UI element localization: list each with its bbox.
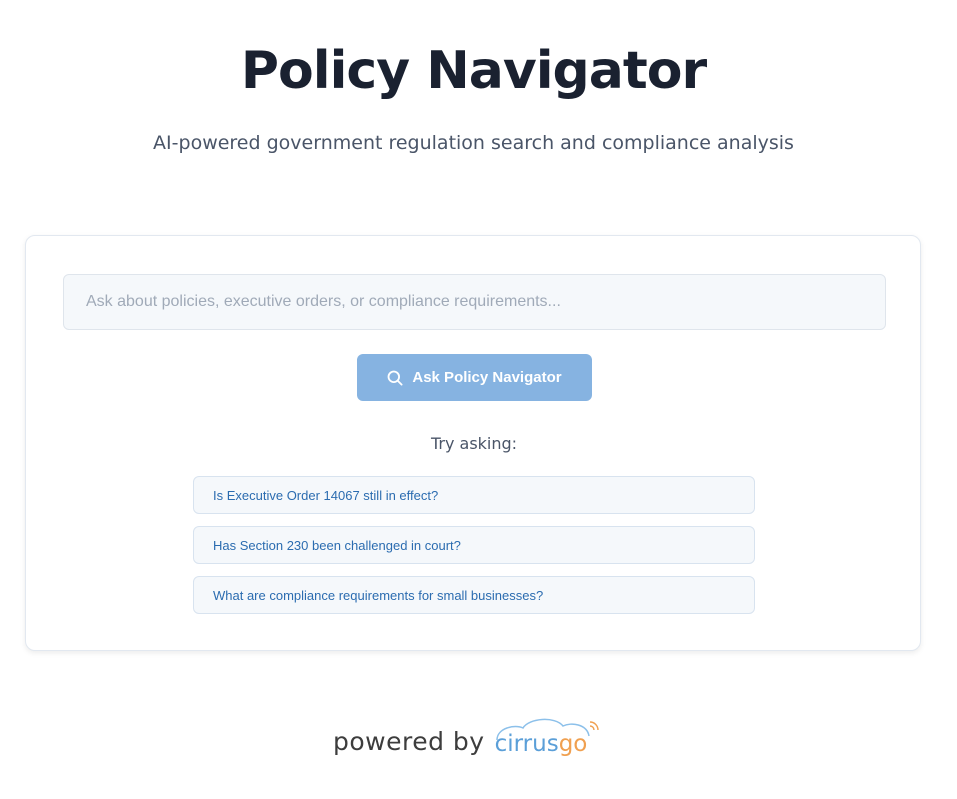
brand-go: go <box>558 731 588 757</box>
ask-button[interactable]: Ask Policy Navigator <box>357 354 592 401</box>
search-input[interactable] <box>63 274 886 330</box>
search-card: Ask Policy Navigator Try asking: Is Exec… <box>25 235 921 651</box>
page-title: Policy Navigator <box>240 41 707 101</box>
suggestion-item[interactable]: What are compliance requirements for sma… <box>193 576 755 614</box>
ask-button-label: Ask Policy Navigator <box>412 369 562 386</box>
page-subtitle: AI-powered government regulation search … <box>153 132 794 154</box>
suggestion-item[interactable]: Has Section 230 been challenged in court… <box>193 526 755 564</box>
suggestion-item[interactable]: Is Executive Order 14067 still in effect… <box>193 476 755 514</box>
brand-cirrus: cirrus <box>494 731 559 757</box>
suggestions-list: Is Executive Order 14067 still in effect… <box>193 476 755 626</box>
search-icon <box>387 370 403 386</box>
cirrusgo-logo[interactable]: cirrusgo <box>493 716 601 760</box>
footer: powered by cirrusgo <box>333 716 601 760</box>
suggestions-label: Try asking: <box>430 434 518 453</box>
powered-by-text: powered by <box>333 727 485 756</box>
